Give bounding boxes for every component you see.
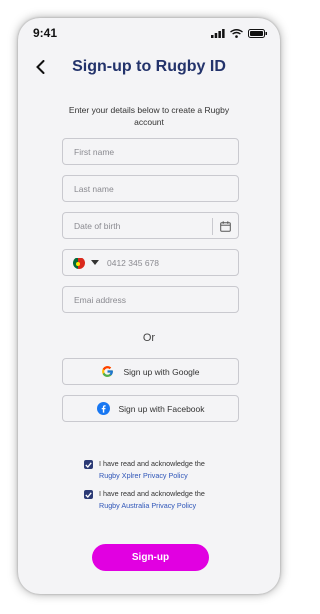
email-field[interactable] [62, 286, 239, 313]
header: Sign-up to Rugby ID [18, 54, 280, 80]
back-button[interactable] [30, 57, 50, 77]
consent-checkbox-xplrer[interactable] [84, 460, 93, 469]
phone-number-field[interactable] [62, 249, 239, 276]
country-code-selector[interactable] [63, 257, 99, 269]
first-name-input[interactable] [63, 139, 238, 164]
portugal-flag-icon [73, 257, 85, 269]
last-name-field[interactable] [62, 175, 239, 202]
chevron-left-icon [35, 60, 44, 74]
facebook-signup-button[interactable]: Sign up with Facebook [62, 395, 239, 422]
google-icon [102, 366, 114, 377]
consent-text-rugby-australia: I have read and acknowledge the Rugby Au… [99, 488, 205, 512]
or-divider: Or [142, 332, 156, 344]
checkmark-icon [85, 491, 92, 498]
facebook-signup-label: Sign up with Facebook [118, 403, 205, 414]
phone-screen: 9:41 Sign-up to Rugby ID Enter your deta… [18, 18, 280, 594]
phone-number-input[interactable] [99, 250, 238, 275]
battery-icon [248, 28, 267, 38]
consent-label: I have read and acknowledge the [99, 489, 205, 498]
xplrer-privacy-policy-link[interactable]: Rugby Xplrer Privacy Policy [99, 470, 205, 482]
facebook-icon [96, 402, 110, 415]
email-input[interactable] [63, 287, 238, 312]
status-icons [211, 28, 268, 38]
date-of-birth-field[interactable] [62, 212, 239, 239]
date-picker-button[interactable] [212, 218, 238, 235]
page-title: Sign-up to Rugby ID [72, 58, 226, 75]
caret-down-icon [91, 260, 99, 265]
checkmark-icon [85, 461, 92, 468]
signup-button[interactable]: Sign-up [92, 544, 209, 571]
intro-text: Enter your details below to create a Rug… [68, 105, 230, 127]
status-bar: 9:41 [18, 18, 280, 48]
consent-row-rugby-australia: I have read and acknowledge the Rugby Au… [84, 488, 244, 512]
consent-checkbox-rugby-australia[interactable] [84, 490, 93, 499]
google-signup-label: Sign up with Google [123, 366, 200, 377]
consent-text-xplrer: I have read and acknowledge the Rugby Xp… [99, 458, 205, 482]
last-name-input[interactable] [63, 176, 238, 201]
consent-label: I have read and acknowledge the [99, 459, 205, 468]
signal-icon [211, 28, 225, 38]
first-name-field[interactable] [62, 138, 239, 165]
calendar-icon [220, 221, 231, 232]
consent-row-xplrer: I have read and acknowledge the Rugby Xp… [84, 458, 244, 482]
google-signup-button[interactable]: Sign up with Google [62, 358, 239, 385]
status-time: 9:41 [33, 26, 58, 40]
wifi-icon [230, 28, 243, 38]
rugby-australia-privacy-policy-link[interactable]: Rugby Australia Privacy Policy [99, 500, 205, 512]
